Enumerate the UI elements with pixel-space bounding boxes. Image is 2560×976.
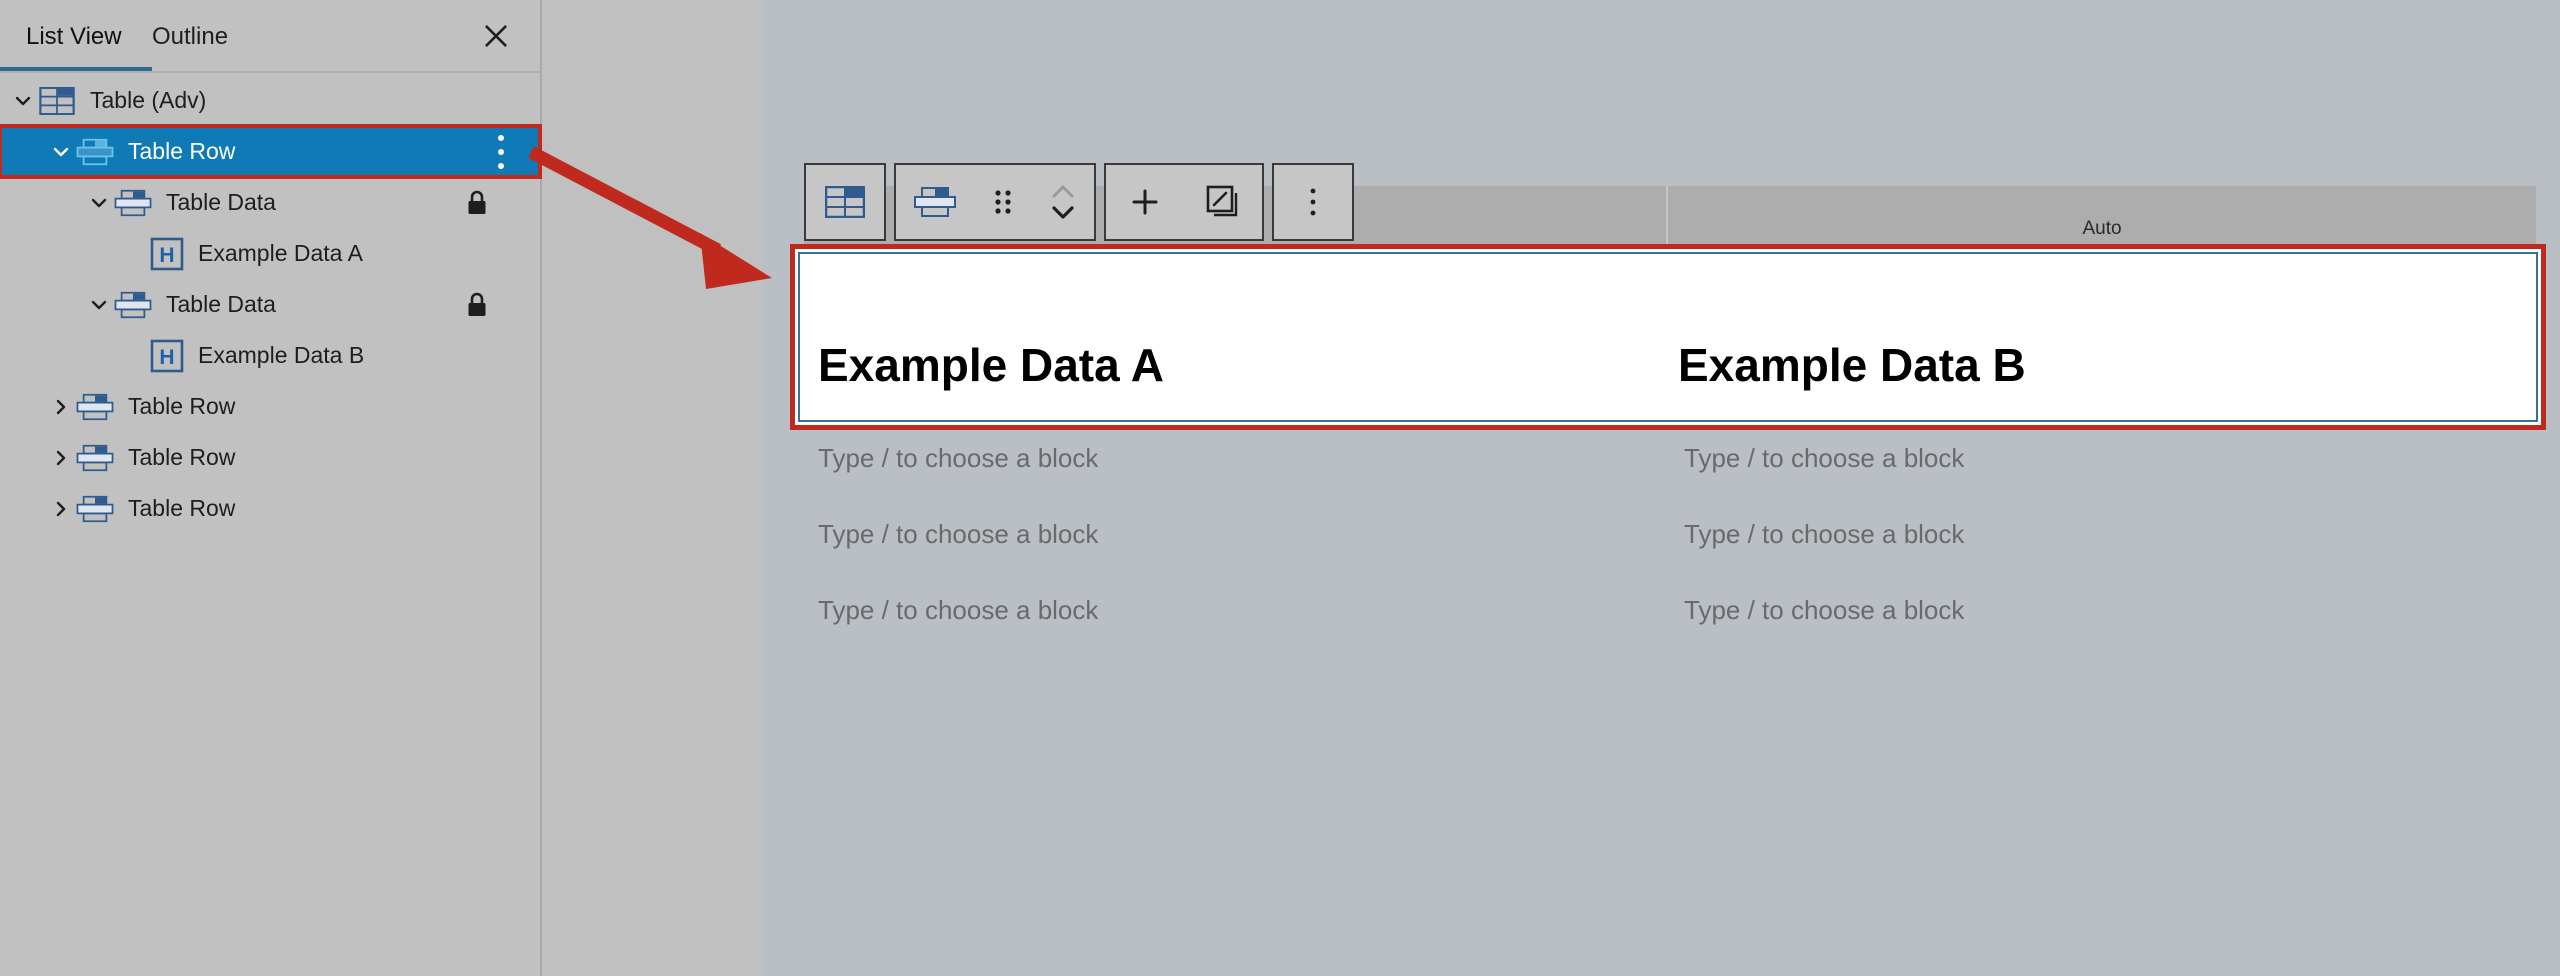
select-parent-table-button[interactable] [806, 165, 884, 239]
sidebar-tabbar: List View Outline [0, 0, 540, 73]
heading-block-icon: H [150, 237, 184, 271]
chevron-right-icon[interactable] [48, 445, 74, 471]
chevron-right-icon[interactable] [48, 394, 74, 420]
drag-handle[interactable] [974, 165, 1032, 239]
placeholder-cell[interactable]: Type / to choose a block [818, 595, 1684, 626]
block-type-button[interactable] [896, 165, 974, 239]
tree-item-label: Table Row [128, 393, 235, 420]
chevron-down-icon[interactable] [10, 88, 36, 114]
table-row-inner: Example Data A Example Data B [798, 252, 2538, 422]
chevron-down-icon[interactable] [48, 139, 74, 165]
block-toolbar [804, 163, 1354, 241]
edit-square-icon [1206, 185, 1240, 219]
cell-1-heading: Example Data A [818, 338, 1164, 392]
tree-item[interactable]: Table Row [0, 126, 540, 177]
tree-item-label: Table Row [128, 495, 235, 522]
tree-item-label: Table (Adv) [90, 87, 206, 114]
tab-outline[interactable]: Outline [148, 0, 232, 73]
svg-text:H: H [159, 346, 174, 369]
chevron-up-down-icon [1048, 179, 1078, 225]
table-row-block-icon [914, 186, 956, 218]
tab-list-view[interactable]: List View [22, 0, 126, 73]
placeholder-cell[interactable]: Type / to choose a block [818, 443, 1684, 474]
tree-item[interactable]: Table (Adv) [0, 75, 540, 126]
toolbar-group-parent [804, 163, 886, 241]
cell-2-heading: Example Data B [1678, 338, 2026, 392]
tree-item-spacer [124, 343, 150, 369]
close-button[interactable] [474, 14, 518, 58]
svg-text:H: H [159, 244, 174, 267]
table-data-cell-1[interactable]: Example Data A [800, 254, 1666, 420]
table-data-block-icon [112, 290, 154, 320]
table-row-block-icon [74, 494, 116, 524]
tree-item[interactable]: Table Data [0, 177, 540, 228]
tab-list-view-label: List View [26, 23, 122, 51]
plus-icon [1129, 186, 1161, 218]
placeholder-cell[interactable]: Type / to choose a block [1684, 443, 2536, 474]
more-options-button[interactable] [1274, 165, 1352, 239]
tree-item[interactable]: Table Row [0, 483, 540, 534]
lock-icon [466, 292, 488, 318]
block-tree: Table (Adv) Table Row Table Data H Example D… [0, 75, 540, 976]
tree-item[interactable]: H Example Data A [0, 228, 540, 279]
heading-block-icon: H [150, 339, 184, 373]
selected-table-row-block[interactable]: Example Data A Example Data B [790, 244, 2546, 430]
editor-area [544, 0, 2560, 976]
toolbar-group-more [1272, 163, 1354, 241]
tree-item-label: Example Data A [198, 240, 363, 267]
tree-item-spacer [124, 241, 150, 267]
table-data-cell-2[interactable]: Example Data B [1666, 254, 2536, 420]
edit-button[interactable] [1184, 165, 1262, 239]
add-button[interactable] [1106, 165, 1184, 239]
table-block-icon [36, 86, 78, 116]
chevron-down-icon[interactable] [86, 190, 112, 216]
toolbar-group-actions [1104, 163, 1264, 241]
tab-active-underline [0, 67, 152, 71]
placeholder-row-3: Type / to choose a block Type / to choos… [818, 595, 2536, 626]
chevron-down-icon[interactable] [86, 292, 112, 318]
table-data-block-icon [112, 188, 154, 218]
tree-item-label: Table Data [166, 291, 276, 318]
placeholder-row-2: Type / to choose a block Type / to choos… [818, 519, 2536, 550]
placeholder-row-1: Type / to choose a block Type / to choos… [818, 443, 2536, 474]
tree-item[interactable]: Table Row [0, 381, 540, 432]
tree-item-options-button[interactable] [488, 135, 514, 169]
tab-outline-label: Outline [152, 23, 228, 51]
list-view-sidebar: List View Outline Table (Adv)Table RowTa… [0, 0, 542, 976]
placeholder-cell[interactable]: Type / to choose a block [1684, 519, 2536, 550]
drag-dots-icon [992, 186, 1014, 218]
tree-item-label: Table Data [166, 189, 276, 216]
table-row-block-icon [74, 392, 116, 422]
table-block-icon [825, 186, 865, 218]
table-row-block-icon [74, 443, 116, 473]
lock-icon [466, 190, 488, 216]
tree-item[interactable]: Table Data [0, 279, 540, 330]
app-root: List View Outline Table (Adv)Table RowTa… [0, 0, 2560, 976]
tree-item-label: Table Row [128, 138, 235, 165]
tree-item-label: Example Data B [198, 342, 364, 369]
tree-item[interactable]: H Example Data B [0, 330, 540, 381]
column-header-2-label: Auto [2082, 218, 2121, 240]
placeholder-cell[interactable]: Type / to choose a block [818, 519, 1684, 550]
move-updown-button[interactable] [1032, 165, 1094, 239]
tree-item-label: Table Row [128, 444, 235, 471]
table-row-block-icon [74, 137, 116, 167]
toolbar-group-block [894, 163, 1096, 241]
tree-item[interactable]: Table Row [0, 432, 540, 483]
close-icon [482, 22, 510, 50]
column-header-2[interactable]: Auto [1666, 186, 2536, 244]
kebab-vertical-icon [1306, 185, 1320, 219]
chevron-right-icon[interactable] [48, 496, 74, 522]
placeholder-cell[interactable]: Type / to choose a block [1684, 595, 2536, 626]
editor-canvas [762, 0, 2560, 976]
